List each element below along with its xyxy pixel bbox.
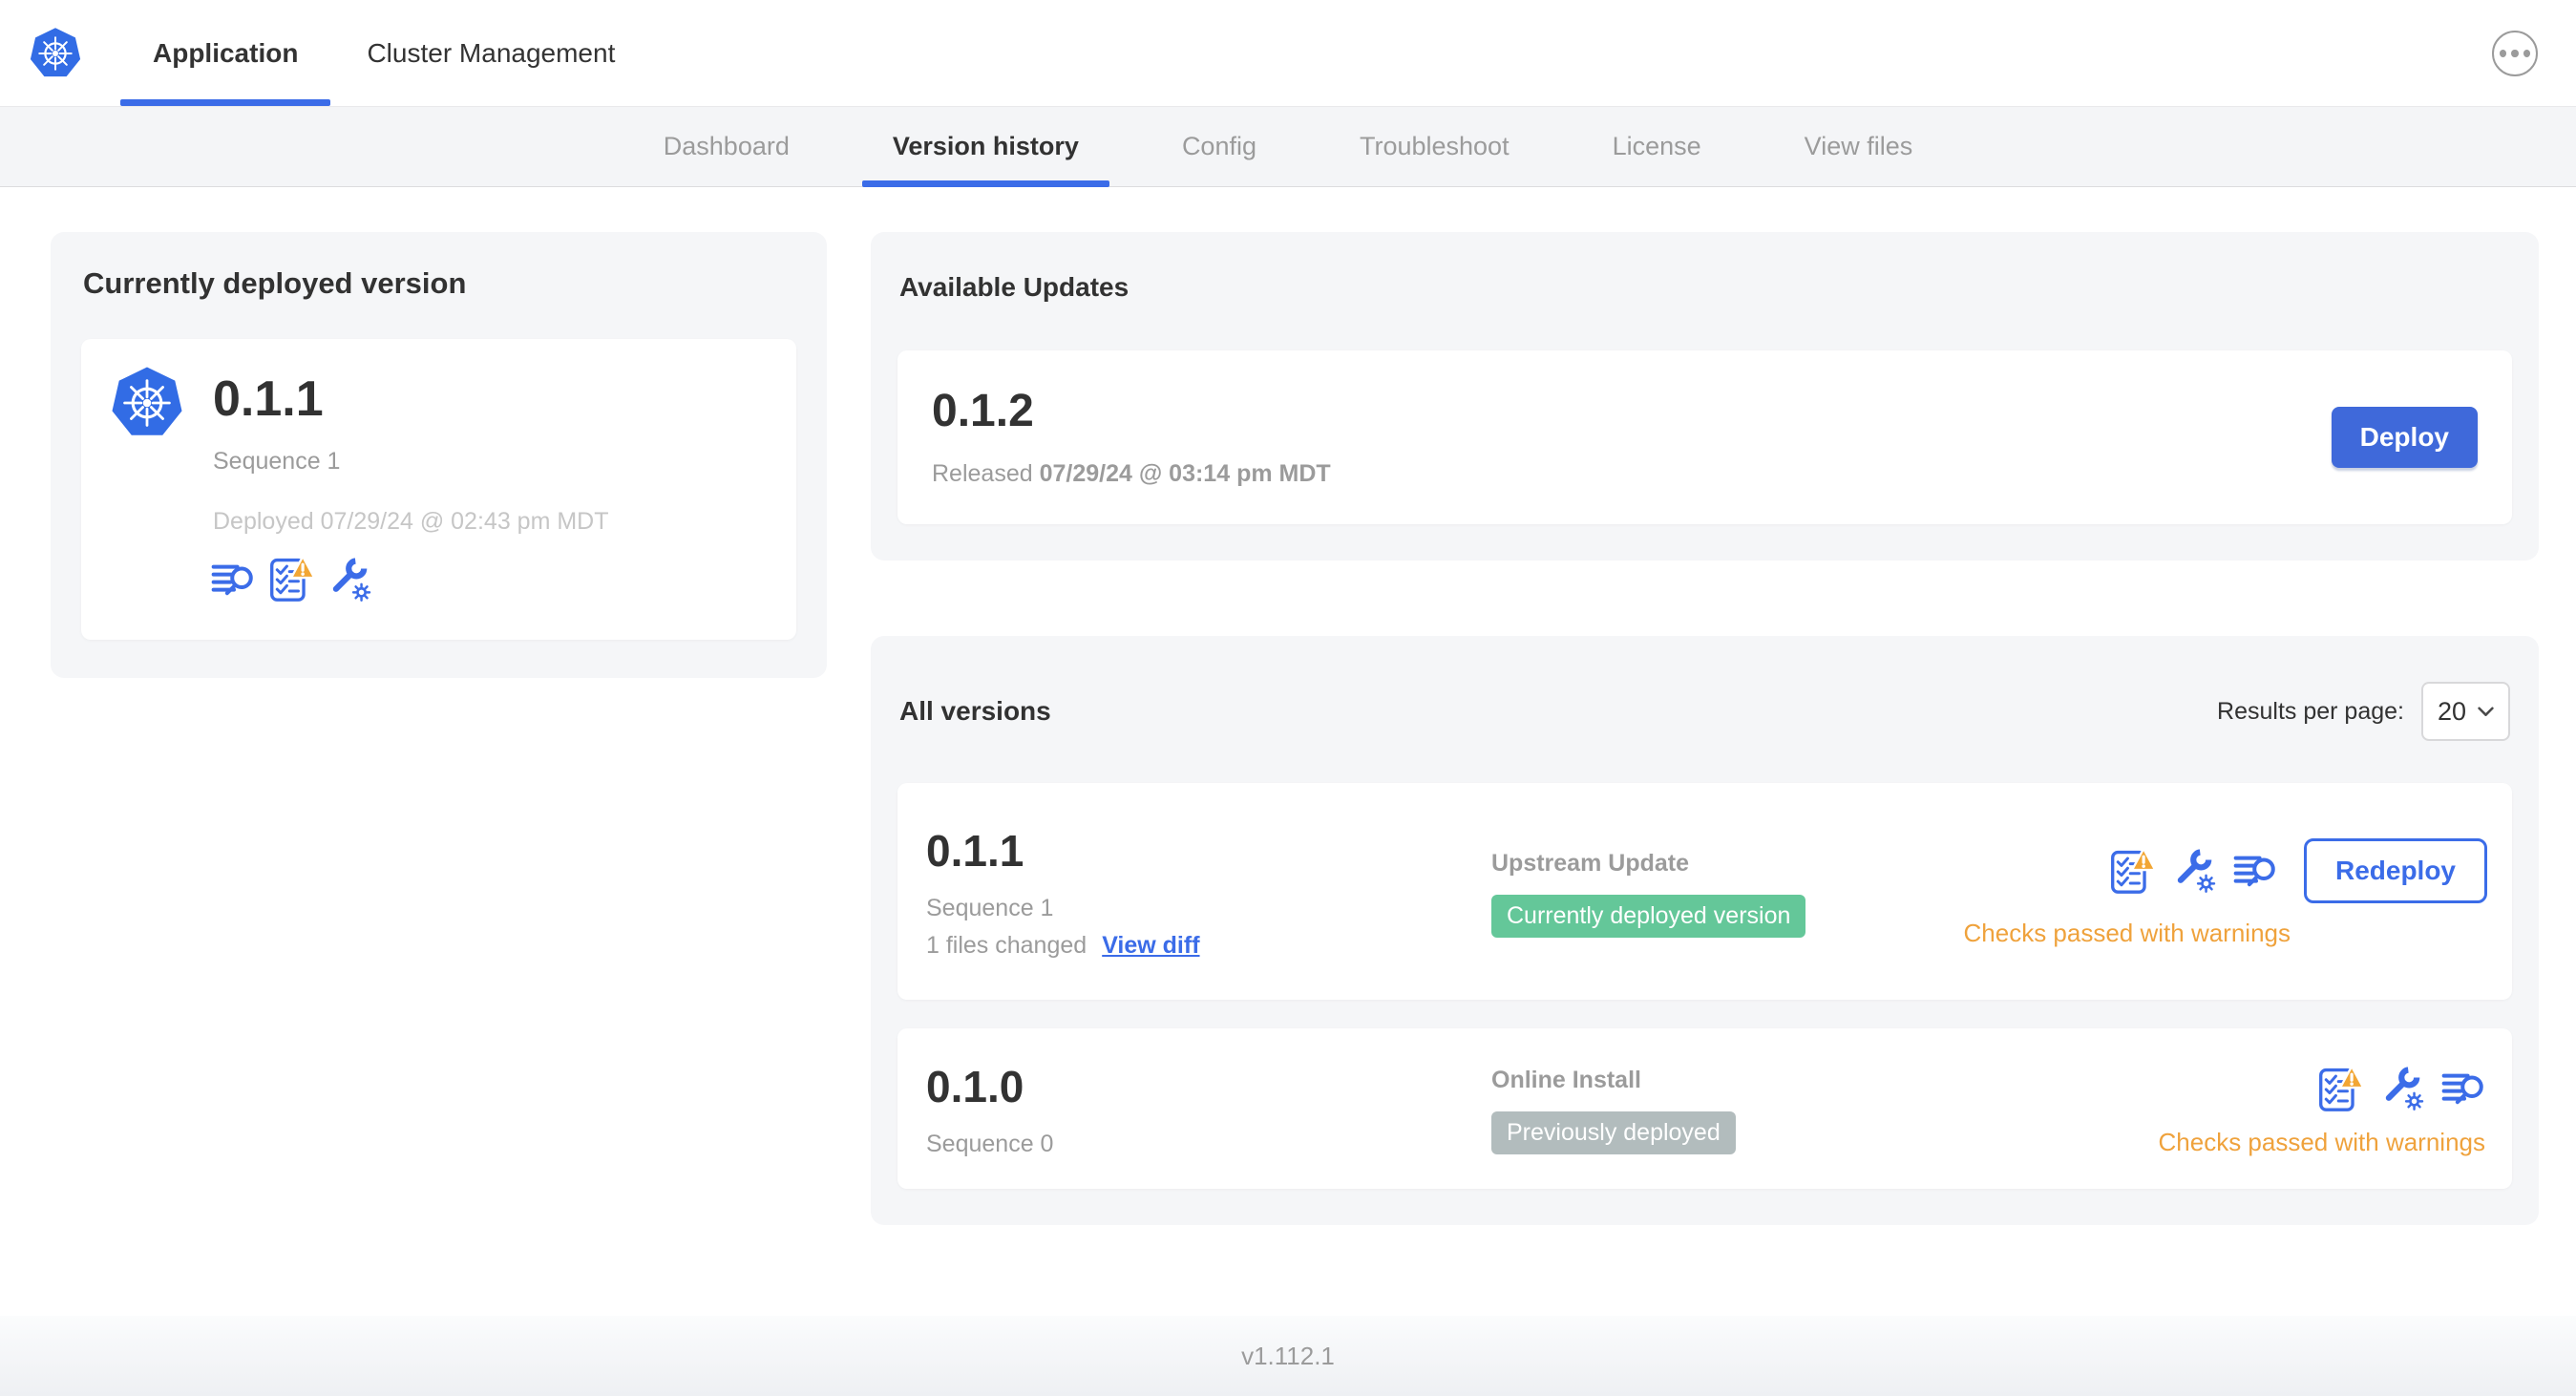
tab-cluster-management[interactable]: Cluster Management [367,0,615,106]
current-version-text: 0.1.1 Sequence 1 [213,364,340,476]
all-versions-title: All versions [899,696,1051,727]
primary-tabs: Application Cluster Management [119,0,684,106]
subnav-license[interactable]: License [1561,107,1753,186]
released-date: 07/29/24 @ 03:14 pm MDT [1039,459,1331,487]
tab-application[interactable]: Application [119,0,332,106]
results-per-page-select[interactable]: 20 [2421,682,2510,742]
subnav-dashboard[interactable]: Dashboard [612,107,841,186]
ellipsis-icon [2500,49,2507,57]
results-per-page: Results per page: 20 [2217,682,2510,742]
diff-lines-icon[interactable] [2441,1066,2487,1111]
row-sequence: Sequence 1 [926,895,1054,922]
available-update-row: 0.1.2 Released 07/29/24 @ 03:14 pm MDT D… [897,350,2512,524]
row-action-icons: Redeploy [2109,838,2487,904]
update-info: 0.1.2 Released 07/29/24 @ 03:14 pm MDT [932,386,1331,488]
config-wrench-icon[interactable] [2380,1066,2426,1111]
current-version-sequence: Sequence 1 [213,447,341,475]
preflight-status-link[interactable]: Checks passed with warnings [1964,919,2291,948]
top-header: Application Cluster Management [0,0,2576,107]
row-source: Upstream Update [1491,849,1689,877]
subnav-version-history[interactable]: Version history [841,107,1130,187]
source-col: Upstream Update Currently deployed versi… [1491,850,1964,938]
config-wrench-icon[interactable] [327,557,373,603]
admin-console-app: Application Cluster Management Dashboard… [0,0,2576,1396]
preflight-checklist-warning-icon[interactable] [2109,847,2157,895]
ellipsis-icon [2511,49,2519,57]
row-version-number: 0.1.0 [926,1061,1024,1111]
version-row-0-1-1: 0.1.1 Sequence 1 1 files changed View di… [897,783,2512,1001]
view-diff-link[interactable]: View diff [1102,932,1199,960]
preflight-checklist-warning-icon[interactable] [268,555,316,603]
subnav-troubleshoot[interactable]: Troubleshoot [1308,107,1561,186]
app-subnav: Dashboard Version history Config Trouble… [0,107,2576,187]
version-row-0-1-0: 0.1.0 Sequence 0 Online Install Previous… [897,1028,2512,1190]
redeploy-button[interactable]: Redeploy [2303,838,2487,904]
diff-lines-icon[interactable] [2233,848,2279,894]
files-changed-label: 1 files changed [926,932,1087,960]
deploy-button[interactable]: Deploy [2331,407,2478,468]
config-wrench-icon[interactable] [2172,848,2218,894]
currently-deployed-title: Currently deployed version [83,266,467,300]
version-col: 0.1.0 Sequence 0 [926,1064,1491,1158]
app-footer: v1.112.1 [0,1316,2576,1396]
current-version-action-icons [211,555,768,603]
results-per-page-label: Results per page: [2217,697,2404,725]
row-action-icons [2317,1065,2487,1112]
kubernetes-logo-icon [29,26,82,81]
subnav-view-files[interactable]: View files [1753,107,1965,186]
source-col: Online Install Previously deployed [1491,1067,2159,1155]
update-released-at: Released 07/29/24 @ 03:14 pm MDT [932,460,1331,488]
actions-col: Checks passed with warnings [2159,1065,2488,1157]
available-updates-card: Available Updates 0.1.2 Released 07/29/2… [871,232,2539,561]
main-content: Currently deployed version 0.1.1 Sequenc… [0,187,2576,1226]
version-col: 0.1.1 Sequence 1 1 files changed View di… [926,828,1491,960]
released-label: Released [932,459,1033,487]
subnav-config[interactable]: Config [1130,107,1308,186]
preflight-status-link[interactable]: Checks passed with warnings [2159,1128,2486,1157]
row-version-number: 0.1.1 [926,825,1024,876]
current-version-row: 0.1.1 Sequence 1 [110,364,768,476]
currently-deployed-version-card: 0.1.1 Sequence 1 Deployed 07/29/24 @ 02:… [81,339,796,640]
row-source: Online Install [1491,1067,1641,1094]
preflight-checklist-warning-icon[interactable] [2317,1065,2365,1112]
update-version-number: 0.1.2 [932,386,1034,437]
row-sequence: Sequence 0 [926,1131,1054,1158]
chevron-down-icon [2478,707,2494,717]
deployed-status-badge: Previously deployed [1491,1111,1736,1155]
kubernetes-app-icon [110,364,184,476]
actions-col: Redeploy Checks passed with warnings [1964,838,2487,948]
ellipsis-menu-button[interactable] [2492,30,2538,76]
all-versions-card: All versions Results per page: 20 0.1.1 … [871,636,2539,1226]
ellipsis-icon [2523,49,2530,57]
current-version-number: 0.1.1 [213,371,324,427]
diff-lines-icon[interactable] [211,557,257,603]
currently-deployed-card: Currently deployed version 0.1.1 Sequenc… [51,232,827,678]
results-per-page-value: 20 [2437,696,2467,726]
console-version-label: v1.112.1 [1241,1341,1335,1370]
row-files-changed: 1 files changed View diff [926,932,1491,960]
available-updates-title: Available Updates [899,272,1130,302]
right-column: Available Updates 0.1.2 Released 07/29/2… [871,232,2539,1226]
deployed-status-badge: Currently deployed version [1491,894,1806,938]
all-versions-header: All versions Results per page: 20 [899,674,2510,749]
current-version-deployed-at: Deployed 07/29/24 @ 02:43 pm MDT [213,507,609,535]
